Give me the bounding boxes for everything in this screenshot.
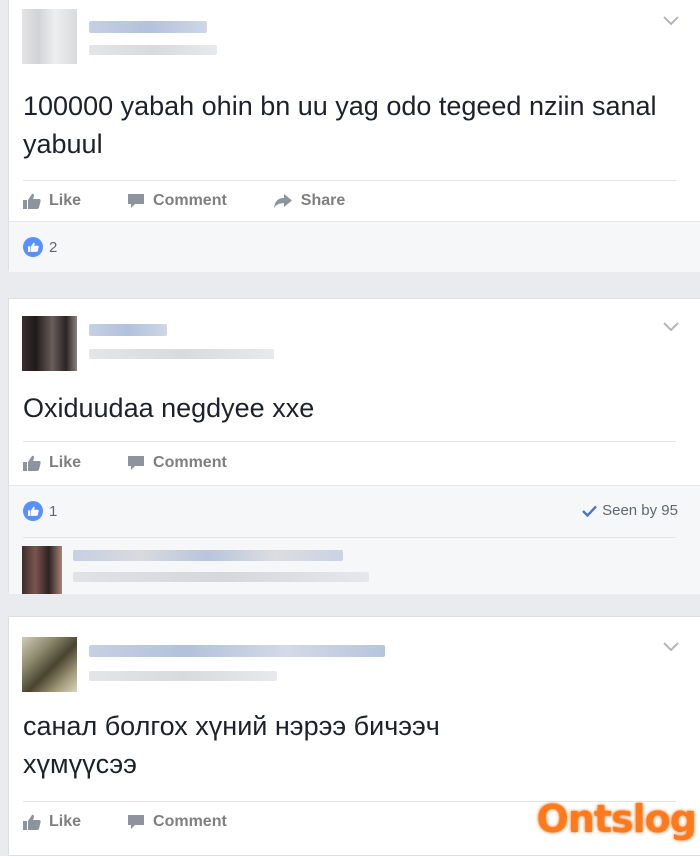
seen-count: Seen by 95 [602, 502, 678, 519]
post-text: 100000 yabah ohin bn uu yag odo tegeed n… [23, 91, 657, 159]
comment-blurred [73, 550, 343, 561]
comment-button[interactable]: Comment [127, 813, 227, 831]
like-summary[interactable]: 2 [23, 237, 57, 257]
chevron-down-icon[interactable] [662, 15, 680, 27]
share-icon [273, 194, 292, 208]
avatar[interactable] [22, 9, 77, 64]
author-name-blurred[interactable] [89, 21, 207, 33]
post-text: санал болгох хүний нэрээ бичээч хүмүүсээ [23, 711, 440, 779]
comment-icon [128, 815, 145, 829]
comment-button[interactable]: Comment [127, 192, 227, 210]
timestamp-blurred [89, 671, 277, 681]
post-actions: Like Comment [23, 451, 686, 475]
like-button[interactable]: Like [23, 192, 81, 210]
comment-icon [128, 194, 145, 208]
like-summary[interactable]: 1 [23, 501, 57, 521]
thumbs-up-icon [23, 193, 41, 209]
chevron-down-icon[interactable] [662, 641, 680, 653]
post-actions: Like Comment Share [23, 189, 686, 213]
timestamp-blurred [89, 349, 274, 359]
divider [23, 441, 676, 442]
comment-label: Comment [153, 192, 227, 209]
author-name-blurred[interactable] [89, 324, 167, 336]
like-label: Like [49, 454, 82, 471]
like-label: Like [49, 192, 82, 209]
avatar[interactable] [22, 316, 77, 371]
comment-button[interactable]: Comment [127, 454, 227, 472]
comment-blurred [73, 572, 369, 582]
post-footer: 2 [9, 221, 700, 272]
thumbs-up-icon [23, 455, 41, 471]
comment-icon [128, 456, 145, 470]
share-label: Share [300, 192, 346, 209]
commenter-avatar[interactable] [22, 546, 62, 594]
like-button[interactable]: Like [23, 454, 81, 472]
like-count: 1 [49, 502, 58, 520]
checkmark-icon [582, 505, 597, 517]
divider [23, 537, 676, 538]
comment-label: Comment [153, 813, 227, 830]
avatar[interactable] [22, 637, 77, 692]
thumbs-up-icon [23, 814, 41, 830]
like-label: Like [49, 813, 82, 830]
chevron-down-icon[interactable] [662, 321, 680, 333]
comment-label: Comment [153, 454, 227, 471]
post-text: Oxiduudaa negdyee xxe [23, 393, 315, 423]
post-card-2: Oxiduudaa negdyee xxe Like Comment 1 See… [8, 298, 700, 594]
post-footer: 1 Seen by 95 [9, 485, 700, 594]
share-button[interactable]: Share [273, 192, 345, 210]
like-button[interactable]: Like [23, 813, 81, 831]
post-card-1: 100000 yabah ohin bn uu yag odo tegeed n… [8, 0, 700, 272]
like-count: 2 [49, 238, 58, 256]
timestamp-blurred [89, 45, 217, 55]
like-reaction-icon [23, 501, 43, 521]
author-name-blurred[interactable] [89, 645, 385, 657]
like-reaction-icon [23, 237, 43, 257]
divider [23, 180, 676, 181]
watermark-logo: Ontslog [535, 796, 698, 843]
seen-indicator[interactable]: Seen by 95 [582, 502, 678, 519]
